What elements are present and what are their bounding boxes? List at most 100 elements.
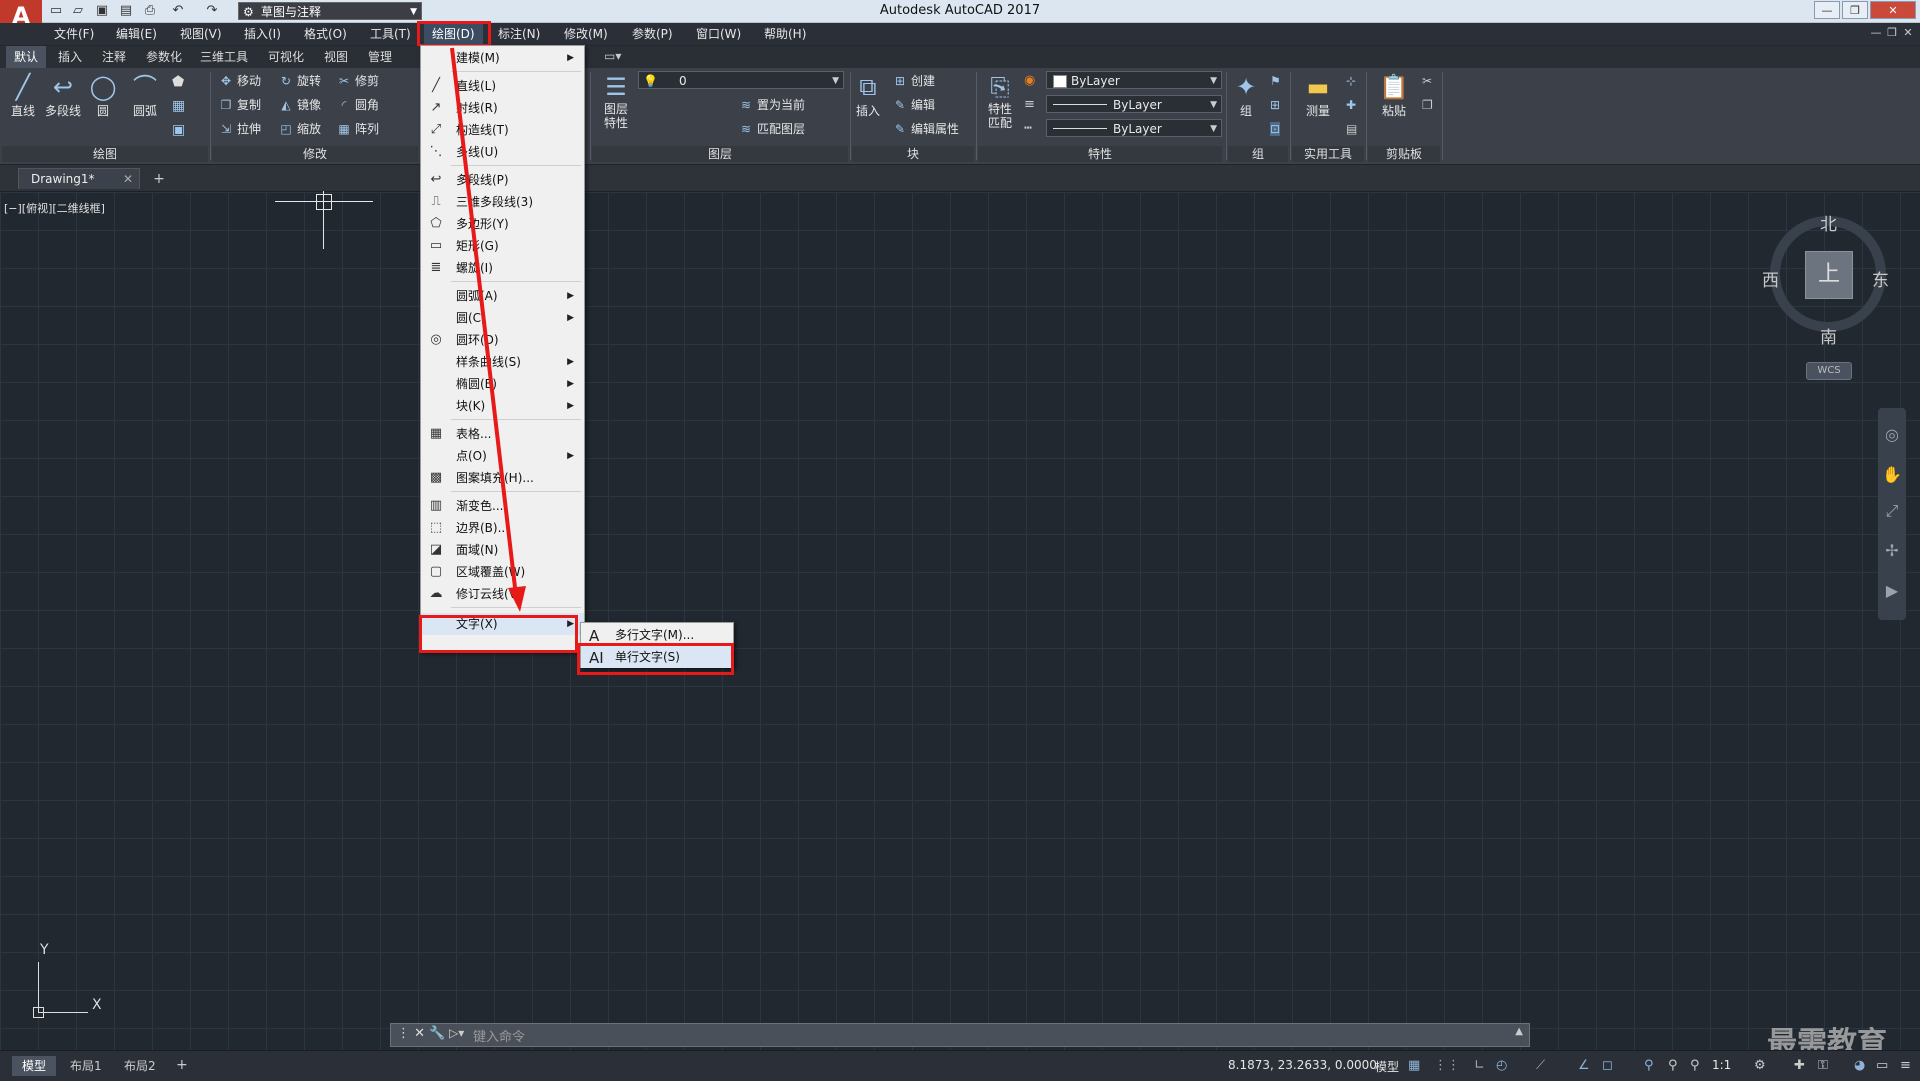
model-space-button[interactable]: 模型 bbox=[1375, 1058, 1399, 1075]
hatch-icon[interactable]: ▦ bbox=[172, 98, 185, 114]
linetype-dropdown[interactable]: ByLayer ▼ bbox=[1046, 95, 1222, 113]
chevron-up-icon[interactable]: ▲ bbox=[1515, 1026, 1523, 1037]
menu-help[interactable]: 帮助(H) bbox=[756, 23, 814, 45]
calculator-icon[interactable]: ▤ bbox=[1346, 122, 1357, 136]
command-prompt-icon[interactable]: ▷▾ bbox=[449, 1026, 464, 1040]
restore-button[interactable]: ❐ bbox=[1842, 1, 1868, 19]
group-button[interactable]: ✦ 组 bbox=[1226, 72, 1266, 119]
match-layer-tool[interactable]: ≋ 匹配图层 bbox=[738, 119, 805, 139]
menu-insert[interactable]: 插入(I) bbox=[236, 23, 289, 45]
menu-view[interactable]: 视图(V) bbox=[172, 23, 230, 45]
doc-restore-icon[interactable]: ❐ bbox=[1884, 25, 1900, 41]
tab-view[interactable]: 视图 bbox=[316, 46, 356, 68]
pan-icon[interactable]: ✋ bbox=[1881, 464, 1903, 486]
draw-panel-title[interactable]: 绘图 bbox=[2, 146, 208, 162]
layout-tab-model[interactable]: 模型 bbox=[12, 1056, 57, 1076]
annotation-visibility-icon[interactable]: ⚲ bbox=[1644, 1058, 1654, 1073]
arc-tool-button[interactable]: ⌒ 圆弧 bbox=[125, 72, 165, 119]
id-point-icon[interactable]: ✚ bbox=[1346, 98, 1356, 112]
ungroup-icon[interactable]: ⚑ bbox=[1270, 74, 1281, 88]
showmotion-icon[interactable]: ▶ bbox=[1881, 580, 1903, 602]
auto-scale-icon[interactable]: ⚲ bbox=[1668, 1058, 1678, 1073]
tab-manage[interactable]: 管理 bbox=[360, 46, 400, 68]
polygon-icon[interactable]: ⬟ bbox=[172, 74, 184, 90]
clipboard-panel-title[interactable]: 剪贴板 bbox=[1368, 146, 1440, 162]
command-line[interactable]: ⋮ ✕ 🔧 ▷▾ 键入命令 ▲ bbox=[390, 1023, 1530, 1047]
viewport-controls[interactable]: [−][俯视][二维线框] bbox=[4, 200, 105, 216]
group-edit-icon[interactable]: ⊞ bbox=[1270, 98, 1280, 112]
zoom-extents-icon[interactable]: ⤢ bbox=[1881, 500, 1903, 522]
tab-annotate[interactable]: 注释 bbox=[94, 46, 134, 68]
fullscreen-icon[interactable]: ▭ bbox=[1876, 1058, 1888, 1073]
utilities-panel-title[interactable]: 实用工具 bbox=[1292, 146, 1364, 162]
new-tab-button[interactable]: + bbox=[150, 170, 168, 188]
menu-file[interactable]: 文件(F) bbox=[46, 23, 102, 45]
set-current-layer-tool[interactable]: ≋ 置为当前 bbox=[738, 95, 805, 115]
annotation-scale-value[interactable]: 1:1 bbox=[1712, 1058, 1731, 1072]
circle-tool-button[interactable]: ◯ 圆 bbox=[83, 72, 123, 119]
layer-properties-button[interactable]: ☰ 图层 特性 bbox=[596, 72, 636, 130]
copy-tool[interactable]: ❐ 复制 bbox=[218, 95, 261, 115]
close-button[interactable]: ✕ bbox=[1870, 1, 1916, 19]
snap-icon[interactable]: ⋮⋮ bbox=[1434, 1058, 1460, 1073]
steering-wheel-icon[interactable]: ◎ bbox=[1881, 424, 1903, 446]
units-icon[interactable]: ⚿ bbox=[1818, 1058, 1828, 1073]
workspace-gear-icon[interactable]: ⚙ bbox=[1754, 1058, 1766, 1073]
match-properties-button[interactable]: ⎘ 特性 匹配 bbox=[980, 72, 1020, 130]
tab-3d-tools[interactable]: 三维工具 bbox=[192, 46, 256, 68]
menu-tools[interactable]: 工具(T) bbox=[362, 23, 419, 45]
mirror-tool[interactable]: ◭ 镜像 bbox=[278, 95, 321, 115]
command-input[interactable]: 键入命令 bbox=[473, 1026, 525, 1045]
menu-window[interactable]: 窗口(W) bbox=[688, 23, 749, 45]
scale-tool[interactable]: ◰ 缩放 bbox=[278, 119, 321, 139]
coordinates-readout[interactable]: 8.1873, 23.2633, 0.0000 bbox=[1228, 1058, 1377, 1072]
orbit-icon[interactable]: ✢ bbox=[1881, 540, 1903, 562]
compass-east[interactable]: 东 bbox=[1872, 266, 1889, 291]
object-snap-tracking-icon[interactable]: ∠ bbox=[1578, 1058, 1590, 1073]
compass-south[interactable]: 南 bbox=[1820, 323, 1837, 348]
file-tab-drawing1[interactable]: Drawing1* ✕ bbox=[18, 168, 140, 189]
rotate-tool[interactable]: ↻ 旋转 bbox=[278, 71, 321, 91]
insert-block-button[interactable]: ⧉ 插入 bbox=[848, 72, 888, 119]
layout-tab-layout1[interactable]: 布局1 bbox=[60, 1056, 112, 1076]
tab-parametric[interactable]: 参数化 bbox=[138, 46, 190, 68]
close-icon[interactable]: ✕ bbox=[123, 169, 133, 190]
array-tool[interactable]: ▦ 阵列 bbox=[336, 119, 379, 139]
drawing-canvas[interactable] bbox=[0, 192, 1920, 1050]
annotation-monitor-icon[interactable]: ✚ bbox=[1794, 1058, 1805, 1073]
layer-dropdown[interactable]: 💡 0 ▼ bbox=[638, 71, 844, 89]
lineweight-dropdown[interactable]: ByLayer ▼ bbox=[1046, 119, 1222, 137]
tab-insert[interactable]: 插入 bbox=[50, 46, 90, 68]
color-dropdown[interactable]: ByLayer ▼ bbox=[1046, 71, 1222, 89]
trim-tool[interactable]: ✂ 修剪 bbox=[336, 71, 379, 91]
line-tool-button[interactable]: ╱ 直线 bbox=[3, 72, 43, 119]
measure-button[interactable]: ▬ 测量 bbox=[1298, 72, 1338, 119]
wcs-menu-button[interactable]: WCS bbox=[1806, 362, 1852, 380]
properties-panel-title[interactable]: 特性 bbox=[978, 146, 1222, 162]
minimize-button[interactable]: — bbox=[1814, 1, 1840, 19]
edit-attributes-tool[interactable]: ✎ 编辑属性 bbox=[892, 119, 959, 139]
move-tool[interactable]: ✥ 移动 bbox=[218, 71, 261, 91]
object-snap-icon[interactable]: ◻ bbox=[1602, 1058, 1613, 1073]
isodraft-icon[interactable]: ⟋ bbox=[1536, 1058, 1545, 1073]
tab-visualize[interactable]: 可视化 bbox=[260, 46, 312, 68]
menu-parametric[interactable]: 参数(P) bbox=[624, 23, 681, 45]
command-close-icon[interactable]: ⋮ ✕ 🔧 bbox=[397, 1026, 445, 1041]
paste-button[interactable]: 📋 粘贴 bbox=[1374, 72, 1414, 119]
layers-panel-title[interactable]: 图层 bbox=[592, 146, 848, 162]
layout-tab-layout2[interactable]: 布局2 bbox=[114, 1056, 166, 1076]
copy-clip-icon[interactable]: ❐ bbox=[1422, 98, 1433, 112]
doc-close-icon[interactable]: ✕ bbox=[1900, 25, 1916, 41]
tab-default[interactable]: 默认 bbox=[6, 46, 47, 68]
cut-icon[interactable]: ✂ bbox=[1422, 74, 1432, 88]
compass-west[interactable]: 西 bbox=[1762, 266, 1779, 291]
group-select-icon[interactable]: ⊡ bbox=[1270, 122, 1281, 136]
menu-format[interactable]: 格式(O) bbox=[296, 23, 355, 45]
polyline-tool-button[interactable]: ↩ 多段线 bbox=[43, 72, 83, 119]
block-panel-title[interactable]: 块 bbox=[852, 146, 974, 162]
modify-panel-title[interactable]: 修改 bbox=[212, 146, 418, 162]
viewcube-top-face[interactable]: 上 bbox=[1805, 251, 1853, 299]
polar-icon[interactable]: ◴ bbox=[1496, 1058, 1507, 1073]
edit-block-tool[interactable]: ✎ 编辑 bbox=[892, 95, 935, 115]
point-style-icon[interactable]: ⊹ bbox=[1346, 74, 1356, 88]
